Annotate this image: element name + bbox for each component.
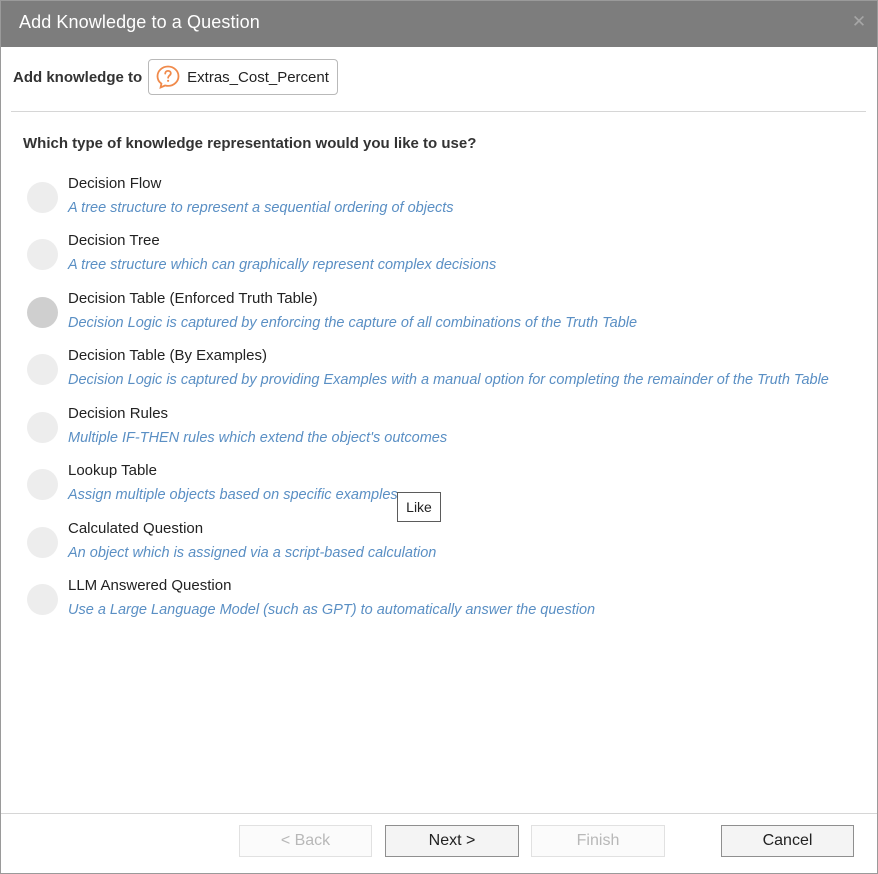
option-description: Multiple IF-THEN rules which extend the … (68, 430, 448, 446)
footer-divider (1, 813, 877, 814)
add-knowledge-dialog: Add Knowledge to a Question ✕ Add knowle… (0, 0, 878, 874)
option-llm-answered-question[interactable]: LLM Answered Question Use a Large Langua… (27, 577, 847, 629)
radio-button[interactable] (27, 584, 58, 615)
question-bubble-icon (156, 65, 180, 90)
dialog-title: Add Knowledge to a Question (19, 12, 260, 32)
option-title: Decision Flow (68, 175, 162, 192)
option-description: Decision Logic is captured by providing … (68, 372, 829, 388)
radio-button[interactable] (27, 412, 58, 443)
radio-button[interactable] (27, 239, 58, 270)
finish-button[interactable]: Finish (531, 825, 665, 857)
tooltip: Like (397, 492, 441, 522)
back-button[interactable]: < Back (239, 825, 372, 857)
option-decision-flow[interactable]: Decision Flow A tree structure to repres… (27, 175, 847, 227)
add-knowledge-target-row: Add knowledge to Extras_Cost_Percent (13, 59, 338, 95)
representation-question: Which type of knowledge representation w… (23, 135, 477, 152)
add-knowledge-label: Add knowledge to (13, 68, 143, 86)
option-calculated-question[interactable]: Calculated Question An object which is a… (27, 520, 847, 572)
option-description: An object which is assigned via a script… (68, 545, 437, 561)
option-title: Calculated Question (68, 520, 204, 537)
cancel-button[interactable]: Cancel (721, 825, 854, 857)
close-icon[interactable]: ✕ (851, 13, 867, 30)
radio-button[interactable] (27, 354, 58, 385)
option-title: Lookup Table (68, 462, 157, 479)
option-title: Decision Table (Enforced Truth Table) (68, 290, 318, 307)
option-title: Decision Tree (68, 232, 160, 249)
radio-button[interactable] (27, 297, 58, 328)
option-title: LLM Answered Question (68, 577, 232, 594)
option-description: Decision Logic is captured by enforcing … (68, 315, 638, 331)
option-decision-tree[interactable]: Decision Tree A tree structure which can… (27, 232, 847, 284)
option-decision-rules[interactable]: Decision Rules Multiple IF-THEN rules wh… (27, 405, 847, 457)
option-title: Decision Rules (68, 405, 169, 422)
radio-button[interactable] (27, 182, 58, 213)
option-title: Decision Table (By Examples) (68, 347, 267, 364)
question-name: Extras_Cost_Percent (187, 68, 329, 86)
radio-button[interactable] (27, 469, 58, 500)
option-decision-table-enforced[interactable]: Decision Table (Enforced Truth Table) De… (27, 290, 847, 342)
option-description: Assign multiple objects based on specifi… (68, 487, 398, 503)
option-description: Use a Large Language Model (such as GPT)… (68, 602, 596, 618)
dialog-titlebar: Add Knowledge to a Question ✕ (1, 1, 877, 47)
option-description: A tree structure which can graphically r… (68, 257, 497, 273)
option-description: A tree structure to represent a sequenti… (68, 200, 454, 216)
question-chip[interactable]: Extras_Cost_Percent (148, 59, 338, 95)
header-divider (11, 111, 866, 112)
radio-button[interactable] (27, 527, 58, 558)
option-decision-table-examples[interactable]: Decision Table (By Examples) Decision Lo… (27, 347, 847, 399)
next-button[interactable]: Next > (385, 825, 519, 857)
